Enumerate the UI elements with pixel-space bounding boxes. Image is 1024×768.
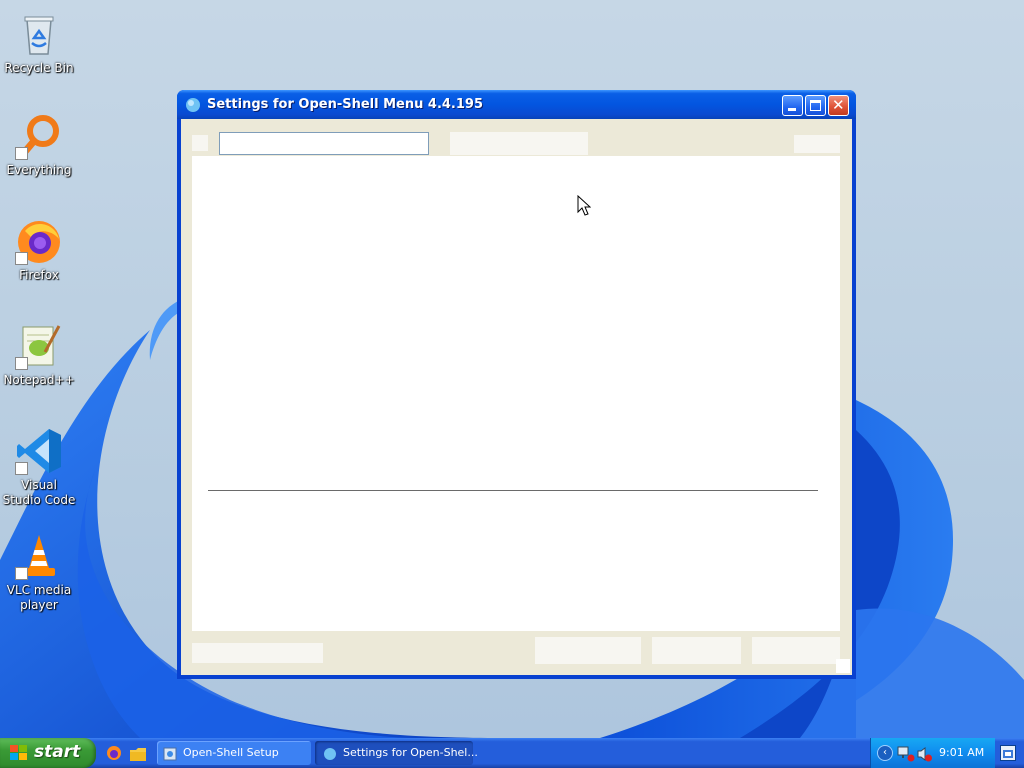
website-link[interactable] (192, 643, 323, 663)
desktop-icon-label: Notepad++ (3, 373, 75, 387)
toolbar-placeholder-button[interactable] (450, 132, 588, 155)
desktop-icon-label: Firefox (19, 268, 59, 282)
cancel-button[interactable] (752, 637, 840, 664)
everything-search-icon (15, 112, 63, 160)
start-button[interactable]: start (0, 738, 96, 768)
show-desktop-icon[interactable] (1000, 745, 1016, 761)
help-link[interactable] (794, 135, 840, 153)
start-label: start (34, 742, 81, 762)
shortcut-arrow-icon (15, 252, 28, 265)
desktop-icon-everything[interactable]: Everything (2, 112, 76, 178)
recycle-bin-icon (15, 10, 63, 58)
maximize-icon (810, 100, 821, 111)
volume-muted-icon[interactable] (916, 746, 932, 766)
close-icon: ✕ (832, 96, 845, 114)
shortcut-arrow-icon (15, 147, 28, 160)
window-titlebar[interactable]: Settings for Open-Shell Menu 4.4.195 ✕ (177, 90, 856, 119)
network-disconnected-icon[interactable] (897, 746, 915, 766)
shortcut-arrow-icon (15, 357, 28, 370)
setup-app-icon (163, 746, 177, 765)
search-settings-input[interactable] (219, 132, 429, 155)
windows-logo-icon (10, 745, 28, 765)
settings-window[interactable]: Settings for Open-Shell Menu 4.4.195 ✕ (177, 90, 856, 679)
panel-divider (208, 490, 818, 491)
clock[interactable]: 9:01 AM (939, 746, 984, 759)
desktop-icon-label: Everything (6, 163, 72, 177)
taskbar-task-settings[interactable]: Settings for Open-Shel... (315, 741, 478, 765)
maximize-button[interactable] (805, 95, 826, 116)
system-tray: ‹ 9:01 AM (870, 738, 995, 768)
mouse-cursor-icon (577, 195, 591, 216)
desktop-icon-vscode[interactable]: Visual Studio Code (2, 427, 76, 508)
close-button[interactable]: ✕ (828, 95, 849, 116)
desktop-icon-label: Visual Studio Code (2, 478, 76, 507)
minimize-button[interactable] (782, 95, 803, 116)
desktop-icon-recycle-bin[interactable]: Recycle Bin (2, 10, 76, 76)
explorer-quicklaunch-icon[interactable] (130, 746, 146, 765)
desktop: Recycle Bin Everything Firefox Notepad++… (0, 0, 1024, 738)
taskbar-task-open-shell-setup[interactable]: Open-Shell Setup (157, 741, 311, 765)
backup-button[interactable] (535, 637, 641, 664)
minimize-icon (788, 108, 796, 111)
window-client-area (181, 119, 852, 675)
vlc-icon (15, 532, 63, 580)
desktop-icon-notepad-plus-plus[interactable]: Notepad++ (2, 322, 76, 388)
task-label: Open-Shell Setup (183, 746, 279, 759)
firefox-icon (15, 217, 63, 265)
notepad-plus-plus-icon (15, 322, 63, 370)
taskbar: start Open-Shell Setup Settings for Open… (0, 738, 1024, 768)
vscode-icon (15, 427, 63, 475)
resize-grip[interactable] (836, 659, 850, 673)
task-label: Settings for Open-Shel... (343, 746, 478, 759)
shortcut-arrow-icon (15, 462, 28, 475)
window-title: Settings for Open-Shell Menu 4.4.195 (207, 97, 484, 112)
open-shell-app-icon (185, 97, 201, 117)
desktop-icon-label: Recycle Bin (4, 61, 74, 75)
tray-expand-chevron-icon[interactable]: ‹ (877, 745, 893, 761)
desktop-icon-vlc[interactable]: VLC media player (2, 532, 76, 613)
desktop-icon-firefox[interactable]: Firefox (2, 217, 76, 283)
shortcut-arrow-icon (15, 567, 28, 580)
firefox-quicklaunch-icon[interactable] (106, 745, 122, 765)
settings-content-panel (192, 156, 840, 631)
open-shell-task-icon (323, 746, 337, 765)
ok-button[interactable] (652, 637, 741, 664)
show-all-settings-checkbox[interactable] (192, 135, 208, 151)
desktop-icon-label: VLC media player (6, 583, 72, 612)
